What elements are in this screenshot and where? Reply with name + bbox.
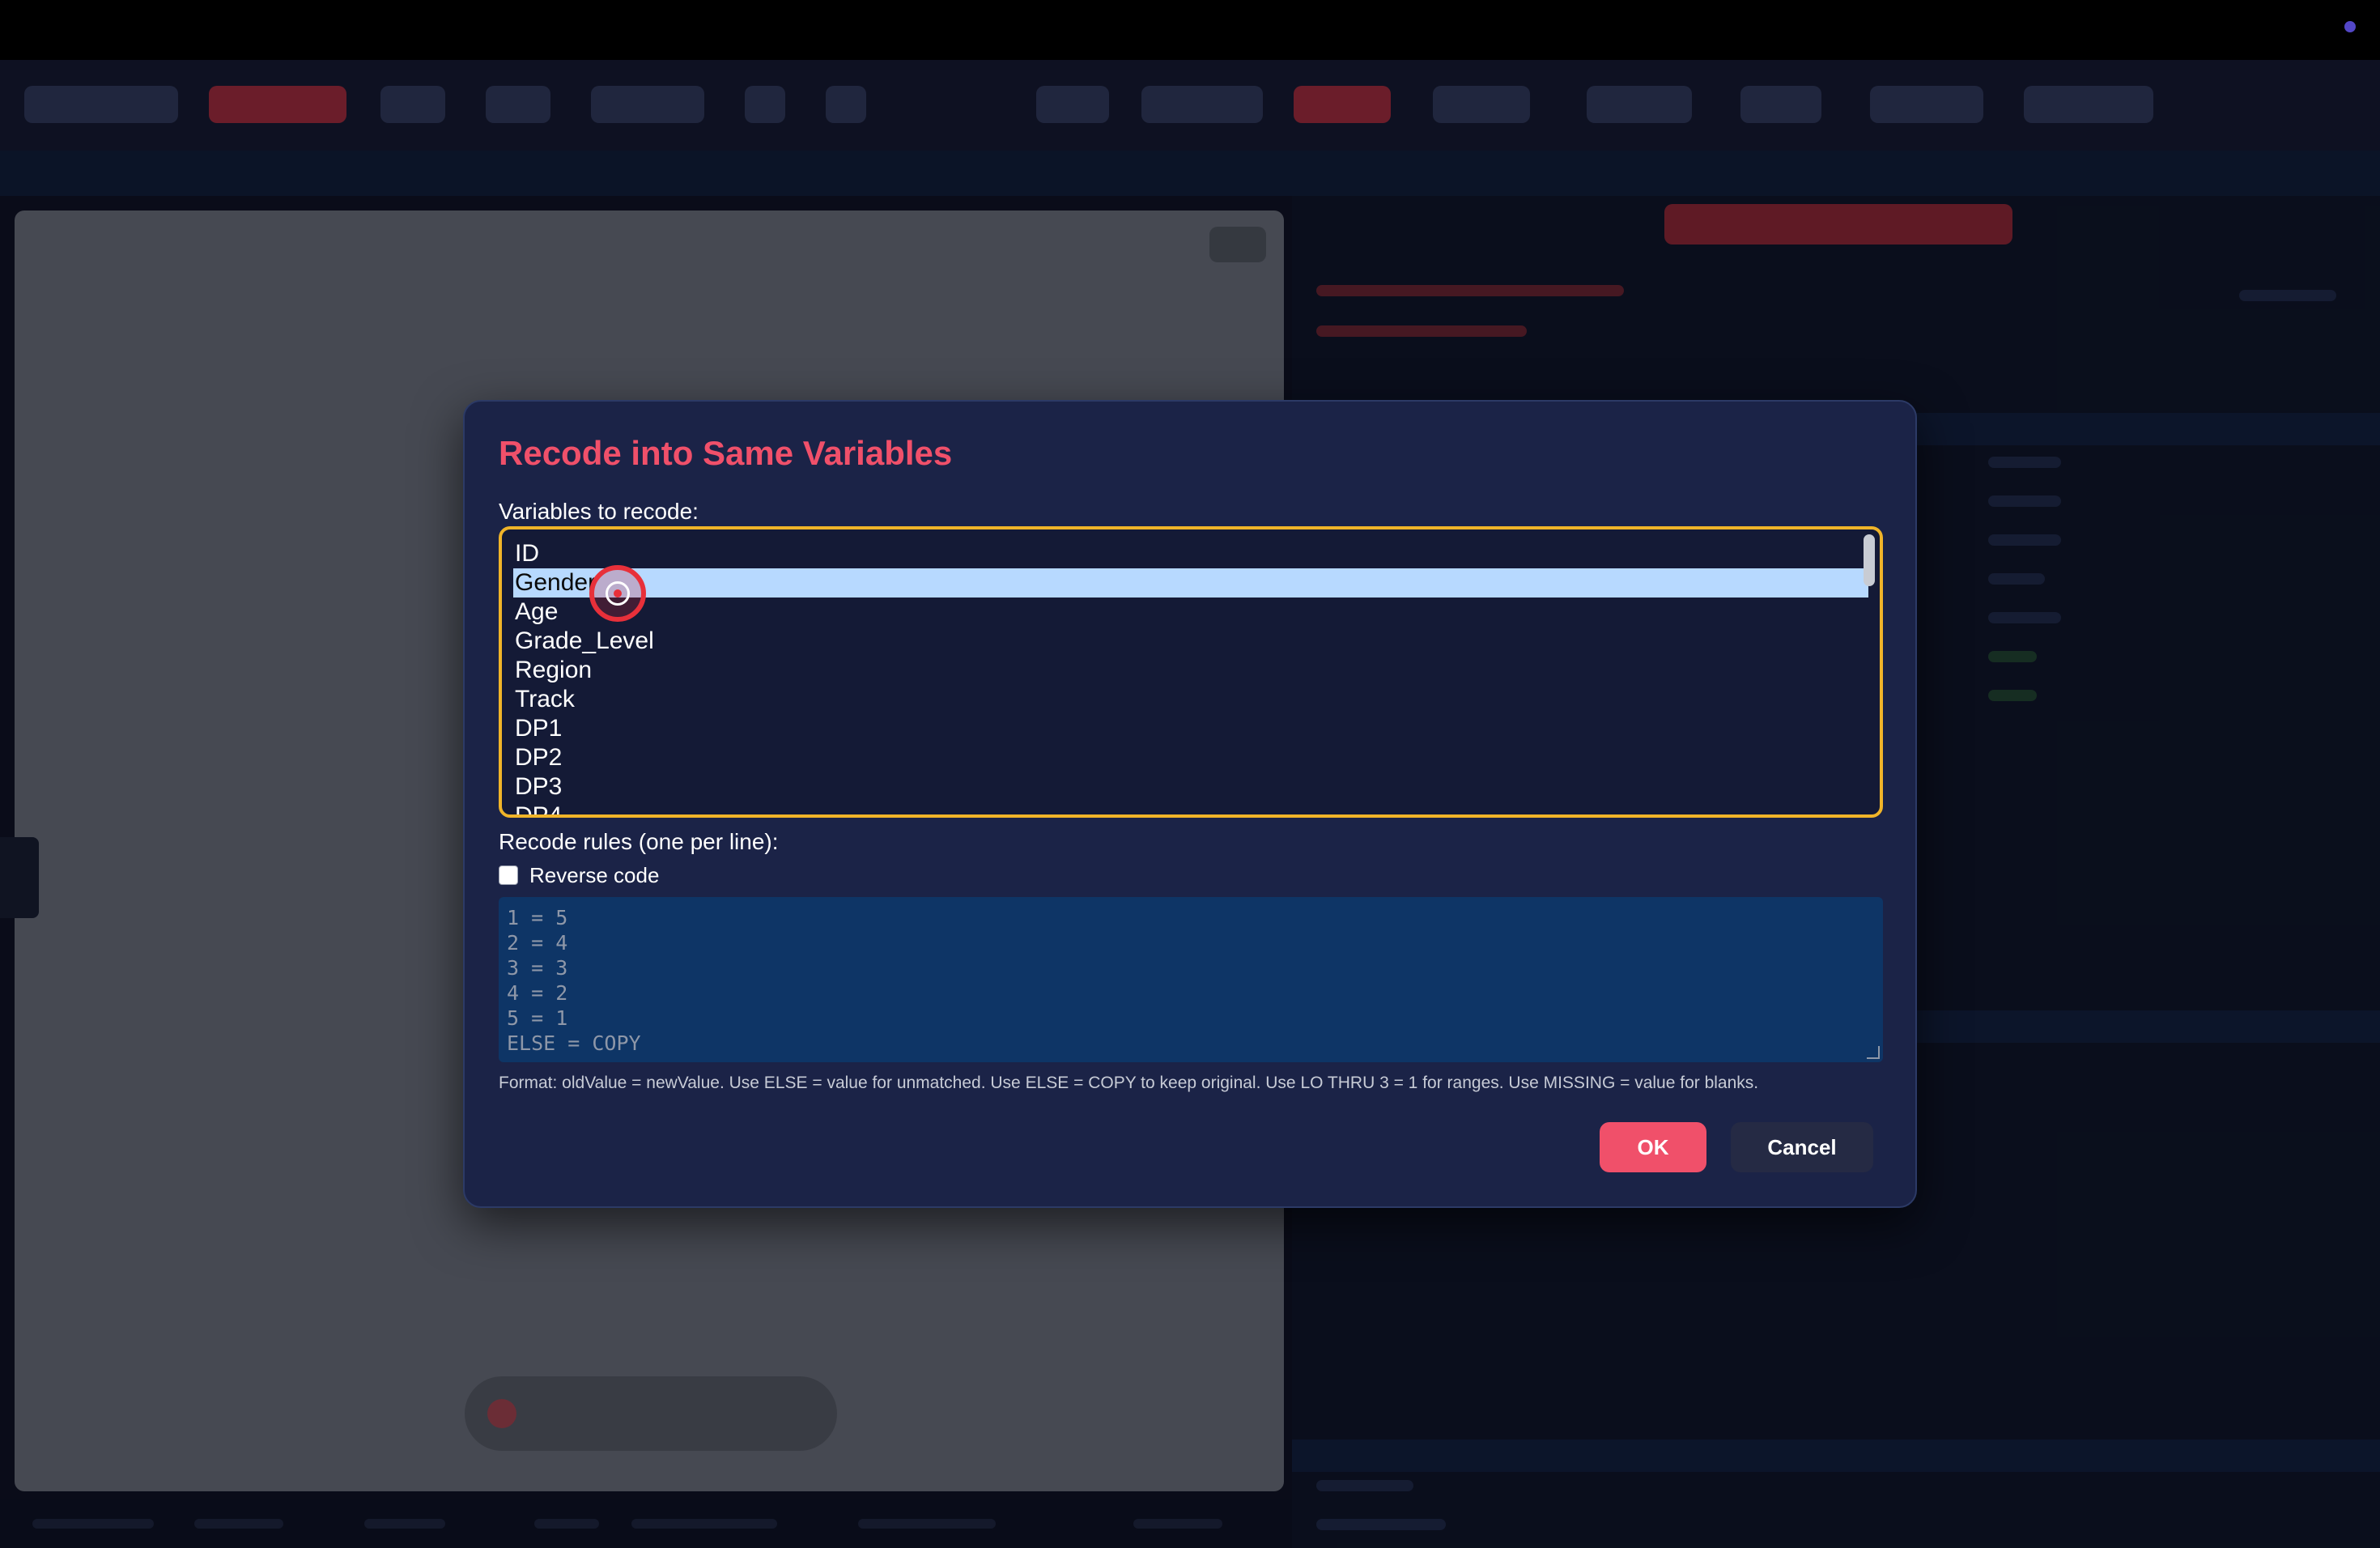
- variable-option[interactable]: Region: [513, 656, 1868, 685]
- recode-dialog: Recode into Same Variables Variables to …: [463, 400, 1917, 1208]
- recode-rules-label: Recode rules (one per line):: [499, 829, 779, 854]
- dialog-title: Recode into Same Variables: [499, 434, 953, 472]
- reverse-code-checkbox[interactable]: [499, 865, 518, 885]
- variable-option[interactable]: DP2: [513, 743, 1868, 772]
- rule-placeholder-line: 1 = 5: [507, 906, 568, 929]
- click-indicator-icon: [589, 565, 646, 622]
- variable-option[interactable]: Gender: [513, 568, 1868, 598]
- reverse-code-row[interactable]: Reverse code: [499, 863, 659, 887]
- variable-option[interactable]: DP1: [513, 714, 1868, 743]
- rule-placeholder-line: 4 = 2: [507, 981, 568, 1005]
- recode-rules-textarea[interactable]: 1 = 52 = 43 = 34 = 25 = 1 ELSE = COPY: [499, 897, 1883, 1062]
- rule-placeholder-line: 3 = 3: [507, 956, 568, 980]
- reverse-code-label[interactable]: Reverse code: [529, 863, 659, 888]
- variables-listbox[interactable]: ID Gender Age Grade_Level Region Track DP1 DP2 D…: [499, 526, 1883, 818]
- resize-grip-icon[interactable]: [1867, 1046, 1880, 1059]
- rule-placeholder-line: ELSE = COPY: [507, 1031, 641, 1055]
- variable-option[interactable]: DP3: [513, 772, 1868, 802]
- format-hint: Format: oldValue = newValue. Use ELSE = …: [499, 1074, 1759, 1092]
- variable-option[interactable]: Grade_Level: [513, 627, 1868, 656]
- ok-button[interactable]: OK: [1600, 1122, 1706, 1172]
- rule-placeholder-line: 5 = 1: [507, 1006, 568, 1030]
- cancel-button[interactable]: Cancel: [1731, 1122, 1873, 1172]
- variables-list-items: ID Gender Age Grade_Level Region Track DP1 DP2 D…: [513, 539, 1868, 814]
- variable-option[interactable]: ID: [513, 539, 1868, 568]
- rules-placeholder: 1 = 52 = 43 = 34 = 25 = 1 ELSE = COPY: [507, 905, 1875, 1056]
- click-indicator-core: [614, 589, 622, 598]
- variables-label: Variables to recode:: [499, 499, 699, 524]
- rule-placeholder-line: 2 = 4: [507, 931, 568, 955]
- scrollbar-thumb[interactable]: [1864, 534, 1875, 586]
- variable-option[interactable]: Track: [513, 685, 1868, 714]
- variable-option[interactable]: Age: [513, 598, 1868, 627]
- variable-option[interactable]: DP4: [513, 802, 1868, 814]
